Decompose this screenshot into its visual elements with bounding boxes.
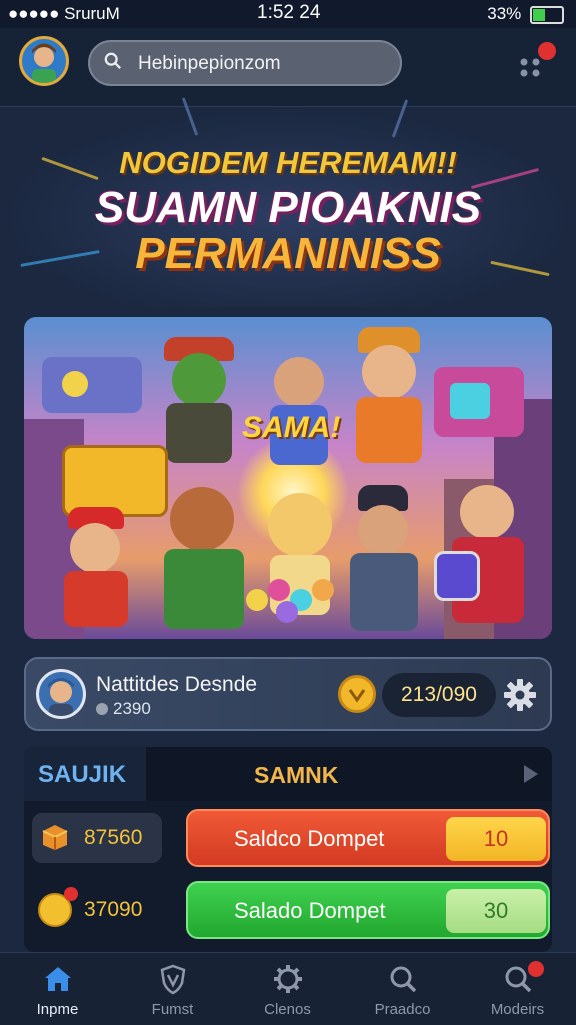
button-value: 10 bbox=[483, 826, 509, 851]
notification-badge bbox=[528, 961, 544, 977]
nav-item-fumst[interactable]: Fumst bbox=[115, 953, 230, 1025]
search-icon bbox=[104, 52, 121, 69]
button-value-box: 30 bbox=[446, 889, 546, 933]
button-value: 30 bbox=[483, 898, 509, 923]
notification-badge bbox=[64, 887, 78, 901]
nav-label: Modeirs bbox=[490, 1001, 545, 1018]
hero-title-line-1: NOGIDEM HEREMAM!! bbox=[119, 145, 457, 180]
tab-samnk-label: SAMNK bbox=[254, 762, 339, 788]
user-avatar[interactable] bbox=[19, 36, 69, 86]
player-avatar bbox=[36, 669, 86, 719]
resource-chip: 37090 bbox=[32, 885, 162, 935]
resource-value: 37090 bbox=[84, 898, 143, 921]
hero-title-line-3: PERMANINISS bbox=[135, 229, 441, 278]
settings-gear-icon[interactable] bbox=[502, 677, 538, 713]
status-bar: ●●●●● SruruM 1:52 24 33% bbox=[0, 0, 576, 28]
nav-item-praadco[interactable]: Praadco bbox=[345, 953, 460, 1025]
resource-chip: 87560 bbox=[32, 813, 162, 863]
search-icon bbox=[390, 966, 417, 993]
coin-icon bbox=[338, 675, 376, 713]
player-score: 2390 bbox=[96, 699, 151, 719]
battery-label: 33% bbox=[487, 4, 522, 23]
button-value-box: 10 bbox=[446, 817, 546, 861]
search-input[interactable]: Hebinpepionzom bbox=[88, 40, 402, 86]
notification-badge bbox=[538, 42, 556, 60]
gem-box-icon bbox=[42, 825, 68, 850]
score-icon bbox=[96, 703, 108, 715]
nav-label: Inpme bbox=[36, 1001, 79, 1018]
status-icons: 33% bbox=[487, 4, 564, 24]
saldo-dompet-button[interactable]: Saldco Dompet 10 bbox=[186, 809, 550, 867]
coin-balance-value: 213/090 bbox=[401, 683, 477, 706]
nav-label: Praadco bbox=[374, 1001, 431, 1018]
banner-label: SAMA! bbox=[242, 411, 341, 444]
button-label: Saldco Dompet bbox=[234, 826, 385, 851]
app-header: Hebinpepionzom bbox=[0, 28, 576, 107]
nav-label: Fumst bbox=[151, 1001, 194, 1018]
resource-value: 87560 bbox=[84, 826, 143, 849]
tab-saujik-label: SAUJIK bbox=[38, 761, 127, 788]
hero-section: NOGIDEM HEREMAM!! SUAMN PIOAKNIS PERMANI… bbox=[0, 97, 576, 307]
game-banner-image[interactable]: SAMA! bbox=[24, 317, 552, 639]
salado-dompet-button[interactable]: Salado Dompet 30 bbox=[186, 881, 550, 939]
button-label: Salado Dompet bbox=[234, 898, 386, 923]
nav-label: Clenos bbox=[264, 1001, 311, 1018]
chevron-right-icon bbox=[524, 765, 538, 783]
wallet-tabs: SAUJIK SAMNK bbox=[24, 747, 552, 801]
gear-icon bbox=[274, 965, 302, 993]
player-name: Nattitdes Desnde bbox=[96, 673, 258, 696]
clock: 1:52 24 bbox=[257, 2, 321, 23]
nav-item-home[interactable]: Inpme bbox=[0, 953, 115, 1025]
wallet-panel: SAUJIK SAMNK 87560 Saldco Dompet 10 3709… bbox=[24, 747, 552, 952]
coin-balance: 213/090 bbox=[382, 673, 496, 717]
bottom-navigation: Inpme Fumst Clenos Praadco Modeirs bbox=[0, 952, 576, 1025]
tab-samnk[interactable]: SAMNK bbox=[146, 747, 552, 801]
hero-title-line-2: SUAMN PIOAKNIS bbox=[94, 183, 482, 232]
battery-icon bbox=[530, 5, 564, 24]
home-icon bbox=[45, 967, 71, 991]
search-placeholder: Hebinpepionzom bbox=[138, 53, 281, 74]
nav-item-modeirs[interactable]: Modeirs bbox=[460, 953, 575, 1025]
nav-item-clenos[interactable]: Clenos bbox=[230, 953, 345, 1025]
player-profile-card[interactable]: Nattitdes Desnde 2390 213/090 bbox=[24, 657, 552, 731]
shield-icon bbox=[160, 964, 186, 995]
wallet-row: 87560 Saldco Dompet 10 bbox=[24, 807, 552, 871]
player-score-value: 2390 bbox=[113, 699, 151, 718]
wallet-row: 37090 Salado Dompet 30 bbox=[24, 879, 552, 943]
carrier-label: ●●●●● SruruM bbox=[8, 4, 120, 23]
menu-button[interactable] bbox=[516, 42, 560, 82]
tab-saujik[interactable]: SAUJIK bbox=[24, 747, 146, 801]
